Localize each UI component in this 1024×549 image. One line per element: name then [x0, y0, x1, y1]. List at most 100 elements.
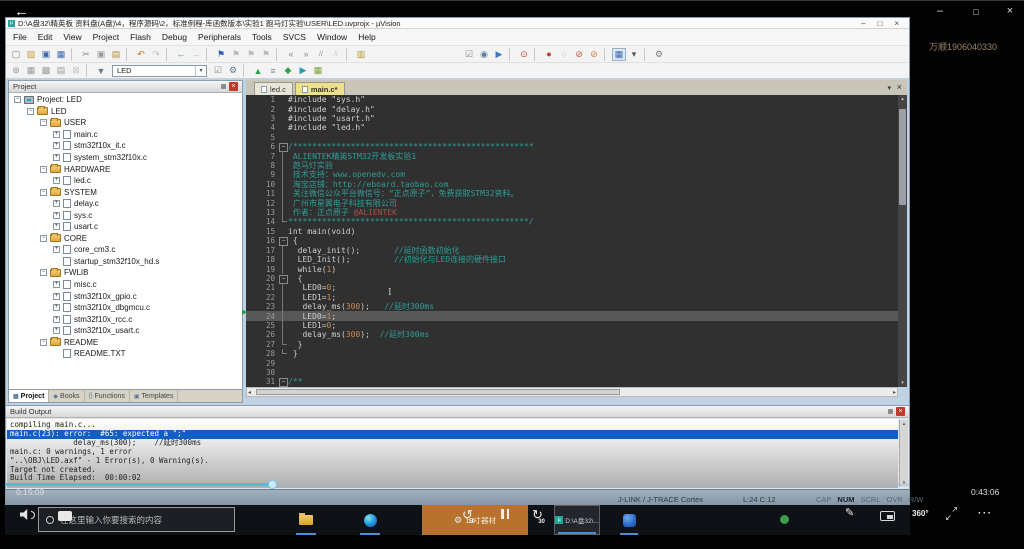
tree-expander-icon[interactable]: − — [40, 269, 47, 276]
tree-item[interactable]: − README — [11, 336, 240, 348]
tree-expander-icon[interactable]: − — [40, 235, 47, 242]
tab-close-icon[interactable]: × — [897, 82, 902, 92]
tree-expander-icon[interactable]: − — [14, 96, 21, 103]
comment-icon[interactable]: // — [314, 48, 328, 61]
tree-item[interactable]: − HARDWARE — [11, 163, 240, 175]
menu-item[interactable]: View — [63, 32, 81, 42]
fold-marker-icon[interactable] — [278, 274, 288, 283]
save-icon[interactable]: ▣ — [39, 48, 53, 61]
file-extensions-icon[interactable]: ≡ — [266, 64, 280, 77]
tree-expander-icon[interactable]: + — [53, 246, 60, 253]
fold-marker-icon[interactable] — [278, 264, 288, 273]
fold-marker-icon[interactable] — [278, 189, 288, 198]
menu-item[interactable]: Tools — [252, 32, 272, 42]
menu-item[interactable]: Peripherals — [198, 32, 241, 42]
tree-item[interactable]: + stm32f10x_rcc.c — [11, 313, 240, 325]
editor-vscrollbar[interactable]: ▴ ▾ — [898, 95, 907, 387]
panel-tab[interactable]: ◆Books — [49, 390, 84, 402]
fold-marker-icon[interactable] — [278, 283, 288, 292]
tab-list-dropdown-icon[interactable]: ▾ — [887, 84, 891, 92]
fold-marker-icon[interactable] — [278, 227, 288, 236]
outdent-icon[interactable]: « — [284, 48, 298, 61]
uvision-minimize-button[interactable]: – — [861, 19, 865, 28]
fold-marker-icon[interactable] — [278, 104, 288, 113]
fold-marker-icon[interactable] — [278, 217, 288, 226]
fold-marker-icon[interactable] — [278, 311, 288, 320]
fold-marker-icon[interactable] — [278, 180, 288, 189]
edit-pencil-icon[interactable]: ✎ — [845, 506, 854, 519]
fold-marker-icon[interactable] — [278, 377, 288, 386]
recorder-app-button[interactable]: ⚙19寸器材 — [422, 505, 528, 535]
nav-forward-icon[interactable]: → — [189, 48, 203, 61]
manage-books-icon[interactable]: ▶ — [296, 64, 310, 77]
scroll-left-icon[interactable]: ◂ — [248, 389, 251, 396]
tree-item[interactable]: + core_cm3.c — [11, 244, 240, 256]
fold-marker-icon[interactable] — [278, 246, 288, 255]
player-maximize-button[interactable]: □ — [966, 7, 986, 17]
tree-expander-icon[interactable]: + — [53, 200, 60, 207]
pin-icon[interactable] — [221, 84, 226, 89]
uvision-maximize-button[interactable]: □ — [877, 19, 882, 28]
editor-hscrollbar[interactable]: ◂ ▸ — [246, 387, 898, 397]
tree-expander-icon[interactable]: − — [40, 166, 47, 173]
panel-tab[interactable]: ▦Project — [9, 390, 49, 402]
bookmark-clear-icon[interactable]: ⚑ — [259, 48, 273, 61]
panel-tab[interactable]: {}Functions — [85, 390, 130, 402]
nav-back-icon[interactable]: ← — [174, 48, 188, 61]
tree-item[interactable]: + main.c — [11, 129, 240, 141]
vscroll-thumb[interactable] — [899, 109, 906, 205]
target-dropdown-icon[interactable]: ▾ — [195, 66, 206, 76]
target-check-icon[interactable]: ☑ — [211, 64, 225, 77]
fold-marker-icon[interactable] — [278, 142, 288, 151]
player-close-button[interactable]: × — [1000, 5, 1020, 17]
uvision-title-bar[interactable]: µ D:\A盘32\精英板 资料盘(A盘)\4，程序源码\2，标准例程-库函数版… — [6, 18, 909, 29]
tray-icon[interactable] — [780, 515, 789, 524]
code-area[interactable]: 1 #include "sys.h" 2 #include "delay.h" — [246, 95, 898, 387]
fold-marker-icon[interactable] — [278, 255, 288, 264]
tree-expander-icon[interactable]: + — [53, 316, 60, 323]
tree-expander-icon[interactable]: + — [53, 293, 60, 300]
forward-30-button[interactable]: ↻30 — [532, 506, 543, 524]
fold-marker-icon[interactable] — [278, 123, 288, 132]
tree-expander-icon[interactable]: + — [53, 304, 60, 311]
undo-icon[interactable]: ↶ — [134, 48, 148, 61]
menu-item[interactable]: Project — [93, 32, 119, 42]
fold-marker-icon[interactable] — [278, 236, 288, 245]
fold-marker-icon[interactable] — [278, 161, 288, 170]
tree-expander-icon[interactable]: + — [53, 142, 60, 149]
menu-item[interactable]: SVCS — [283, 32, 306, 42]
pin-icon[interactable] — [888, 409, 893, 414]
load-icon[interactable]: ▲ — [251, 64, 265, 77]
fold-marker-icon[interactable] — [278, 349, 288, 358]
tree-item[interactable]: − LED — [11, 106, 240, 118]
project-panel-close-icon[interactable]: × — [229, 82, 238, 91]
fold-marker-icon[interactable] — [278, 95, 288, 104]
uvision-taskbar-button[interactable]: µD:\A盘32\... — [554, 505, 600, 535]
tree-item[interactable]: + stm32f10x_it.c — [11, 140, 240, 152]
target-select[interactable]: LED▾ — [112, 65, 207, 77]
tree-expander-icon[interactable]: + — [53, 177, 60, 184]
indent-icon[interactable]: » — [299, 48, 313, 61]
find-in-files-icon[interactable]: ◉ — [477, 48, 491, 61]
scroll-up-icon[interactable]: ▴ — [900, 421, 908, 427]
cut-icon[interactable]: ✂ — [79, 48, 93, 61]
fold-marker-icon[interactable] — [278, 114, 288, 123]
bookmark-prev-icon[interactable]: ⚑ — [229, 48, 243, 61]
tree-item[interactable]: startup_stm32f10x_hd.s — [11, 256, 240, 268]
fold-marker-icon[interactable] — [278, 151, 288, 160]
batch-build-icon[interactable]: ▤ — [54, 64, 68, 77]
fold-marker-icon[interactable] — [278, 330, 288, 339]
tree-expander-icon[interactable]: + — [53, 154, 60, 161]
breakpoint-disable-icon[interactable]: ○ — [557, 48, 571, 61]
build-target-icon[interactable]: ▦ — [24, 64, 38, 77]
build-output-close-icon[interactable]: × — [896, 407, 905, 416]
tree-item[interactable]: − USER — [11, 117, 240, 129]
translate-file-icon[interactable]: ⊕ — [9, 64, 23, 77]
scroll-down-icon[interactable]: ▾ — [898, 380, 907, 386]
tree-item[interactable]: + sys.c — [11, 209, 240, 221]
new-file-icon[interactable]: ▢ — [9, 48, 23, 61]
menu-item[interactable]: Debug — [162, 32, 187, 42]
uncomment-icon[interactable]: // — [329, 48, 343, 61]
tree-expander-icon[interactable]: + — [53, 131, 60, 138]
pack-installer-icon[interactable]: ▦ — [311, 64, 325, 77]
